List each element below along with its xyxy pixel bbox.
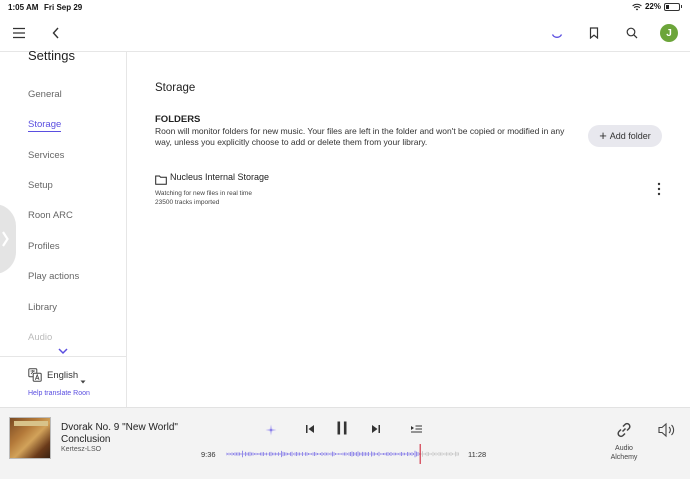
total-time: 11:28	[468, 450, 487, 459]
add-folder-label: Add folder	[609, 131, 651, 141]
settings-sidebar: Settings General Storage Services Setup …	[0, 48, 127, 407]
queue-icon[interactable]	[410, 422, 423, 434]
sidebar-item-services[interactable]: Services	[28, 150, 64, 161]
storage-settings-panel: Storage FOLDERS Roon will monitor folder…	[127, 52, 690, 407]
sidebar-item-general[interactable]: General	[28, 89, 62, 100]
translate-icon	[28, 368, 42, 382]
battery-icon	[664, 2, 680, 11]
avatar[interactable]: J	[660, 24, 678, 42]
more-options-icon[interactable]	[654, 182, 664, 196]
page-title: Storage	[155, 82, 196, 94]
next-track-icon[interactable]	[370, 422, 382, 434]
status-indicators: 22%	[632, 2, 682, 11]
sidebar-footer: English Help translate Roon	[0, 356, 126, 407]
storage-location-status: Watching for new files in real time	[155, 190, 252, 197]
album-art[interactable]	[9, 417, 51, 459]
track-movement[interactable]: Conclusion	[61, 434, 110, 445]
radiance-icon[interactable]	[265, 423, 277, 436]
chevron-down-icon[interactable]	[57, 342, 69, 355]
sidebar-item-roon-arc[interactable]: Roon ARC	[28, 210, 73, 221]
menu-icon[interactable]	[10, 25, 28, 41]
zone-name[interactable]: Audio Alchemy	[604, 445, 644, 462]
sidebar-item-setup[interactable]: Setup	[28, 180, 53, 191]
battery-percent: 22%	[644, 2, 661, 11]
sidebar-item-library[interactable]: Library	[28, 302, 57, 313]
volume-icon[interactable]	[657, 422, 677, 438]
status-time: 1:05 AM	[8, 3, 39, 12]
track-artist[interactable]: Kertesz-LSO	[61, 446, 101, 453]
folders-description: Roon will monitor folders for new music.…	[155, 126, 565, 147]
chevron-right-icon	[2, 231, 9, 247]
help-translate-link[interactable]: Help translate Roon	[28, 390, 90, 397]
track-title[interactable]: Dvorak No. 9 "New World"	[61, 422, 178, 433]
sidebar-item-storage[interactable]: Storage	[28, 119, 62, 132]
caret-down-icon[interactable]	[80, 372, 86, 384]
previous-track-icon[interactable]	[304, 422, 316, 434]
search-icon[interactable]	[624, 25, 640, 41]
wifi-icon	[632, 3, 642, 10]
top-bar: J	[0, 14, 690, 52]
sidebar-title: Settings	[28, 48, 75, 63]
status-date: Fri Sep 29	[44, 3, 83, 12]
status-bar: 1:05 AM Fri Sep 29 22%	[0, 0, 690, 14]
sidebar-item-profiles[interactable]: Profiles	[28, 241, 60, 252]
pause-icon[interactable]	[335, 420, 349, 436]
loading-spinner-icon	[550, 26, 564, 40]
sidebar-item-audio[interactable]: Audio	[28, 332, 52, 343]
seek-waveform[interactable]	[226, 444, 460, 464]
plus-icon: +	[599, 128, 607, 143]
elapsed-time: 9:36	[201, 450, 216, 459]
storage-location-name[interactable]: Nucleus Internal Storage	[170, 172, 269, 182]
link-icon[interactable]	[614, 420, 634, 440]
battery-tip	[681, 5, 682, 8]
folder-icon	[155, 172, 167, 185]
bookmark-icon[interactable]	[586, 25, 602, 41]
sidebar-item-play-actions[interactable]: Play actions	[28, 271, 79, 282]
language-selector[interactable]: English	[47, 370, 78, 381]
storage-track-count: 23500 tracks imported	[155, 199, 220, 206]
add-folder-button[interactable]: + Add folder	[588, 125, 662, 147]
back-icon[interactable]	[48, 25, 64, 41]
folders-heading: FOLDERS	[155, 114, 201, 125]
now-playing-bar: Dvorak No. 9 "New World" Conclusion Kert…	[0, 407, 690, 479]
